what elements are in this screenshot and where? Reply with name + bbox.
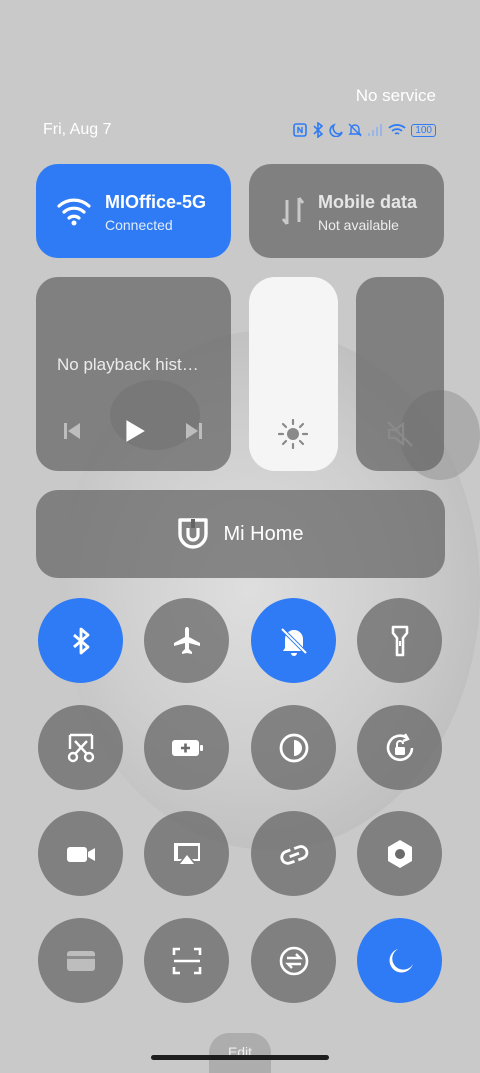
scissors-icon bbox=[67, 733, 94, 762]
rotation-lock-icon bbox=[386, 732, 413, 761]
flashlight-icon bbox=[391, 625, 408, 656]
flashlight-toggle[interactable] bbox=[357, 598, 442, 683]
dark-mode-toggle[interactable] bbox=[251, 705, 336, 790]
battery-icon: 100 bbox=[411, 123, 436, 137]
bluetooth-icon bbox=[313, 122, 324, 138]
volume-slider[interactable] bbox=[356, 277, 444, 471]
media-title: No playback hist… bbox=[57, 355, 199, 374]
bluetooth-icon bbox=[72, 627, 89, 654]
hex-settings-icon bbox=[387, 839, 412, 868]
status-icons: 100 bbox=[293, 122, 436, 138]
scanner-toggle[interactable] bbox=[144, 918, 229, 1003]
moon-icon bbox=[329, 123, 344, 137]
wifi-status: Connected bbox=[105, 217, 173, 233]
date-label: Fri, Aug 7 bbox=[43, 121, 112, 138]
airplane-toggle[interactable] bbox=[144, 598, 229, 683]
data-arrows-icon bbox=[281, 197, 305, 225]
moon-icon bbox=[389, 948, 413, 972]
battery-plus-icon bbox=[171, 739, 203, 756]
bluetooth-toggle[interactable] bbox=[38, 598, 123, 683]
link-toggle[interactable] bbox=[251, 811, 336, 896]
play-icon[interactable] bbox=[121, 418, 147, 444]
battery-saver-toggle[interactable] bbox=[144, 705, 229, 790]
dnd-toggle[interactable] bbox=[357, 918, 442, 1003]
nfc-icon bbox=[293, 123, 308, 137]
scan-icon bbox=[172, 947, 201, 974]
screen-recorder-toggle[interactable] bbox=[38, 811, 123, 896]
silent-bell-icon bbox=[280, 627, 307, 656]
airplane-icon bbox=[173, 626, 200, 654]
card-icon bbox=[66, 950, 95, 971]
silent-toggle[interactable] bbox=[251, 598, 336, 683]
cast-toggle[interactable] bbox=[144, 811, 229, 896]
contrast-icon bbox=[279, 733, 308, 762]
volume-muted-icon bbox=[387, 421, 413, 447]
sync-toggle[interactable] bbox=[251, 918, 336, 1003]
edit-button[interactable]: Edit bbox=[209, 1033, 271, 1073]
mobile-data-title: Mobile data bbox=[318, 192, 418, 212]
next-icon[interactable] bbox=[182, 419, 206, 443]
sun-icon bbox=[278, 419, 308, 449]
carrier-status: No service bbox=[355, 86, 436, 105]
silent-icon bbox=[348, 123, 363, 137]
video-icon bbox=[66, 846, 95, 862]
sync-icon bbox=[279, 946, 308, 975]
mi-home-icon bbox=[178, 518, 209, 549]
card-toggle[interactable] bbox=[38, 918, 123, 1003]
brightness-slider[interactable] bbox=[249, 277, 338, 471]
wifi-icon bbox=[388, 123, 406, 135]
settings-toggle[interactable] bbox=[357, 811, 442, 896]
wifi-icon bbox=[57, 198, 91, 226]
rotation-lock-toggle[interactable] bbox=[357, 705, 442, 790]
mi-home-label: Mi Home bbox=[223, 522, 304, 545]
link-icon bbox=[279, 844, 308, 865]
cast-icon bbox=[173, 842, 200, 864]
screenshot-toggle[interactable] bbox=[38, 705, 123, 790]
previous-icon[interactable] bbox=[60, 419, 84, 443]
signal-icon bbox=[368, 124, 383, 136]
wifi-tile[interactable]: MIOffice-5G Connected bbox=[36, 164, 231, 258]
home-indicator[interactable] bbox=[151, 1055, 329, 1060]
mobile-data-tile[interactable]: Mobile data Not available bbox=[249, 164, 444, 258]
status-row: Fri, Aug 7 100 bbox=[43, 120, 436, 140]
mi-home-button[interactable]: Mi Home bbox=[36, 490, 445, 578]
mobile-data-status: Not available bbox=[318, 217, 399, 233]
wifi-network-name: MIOffice-5G bbox=[105, 192, 207, 212]
media-player-tile[interactable]: No playback hist… bbox=[36, 277, 231, 471]
